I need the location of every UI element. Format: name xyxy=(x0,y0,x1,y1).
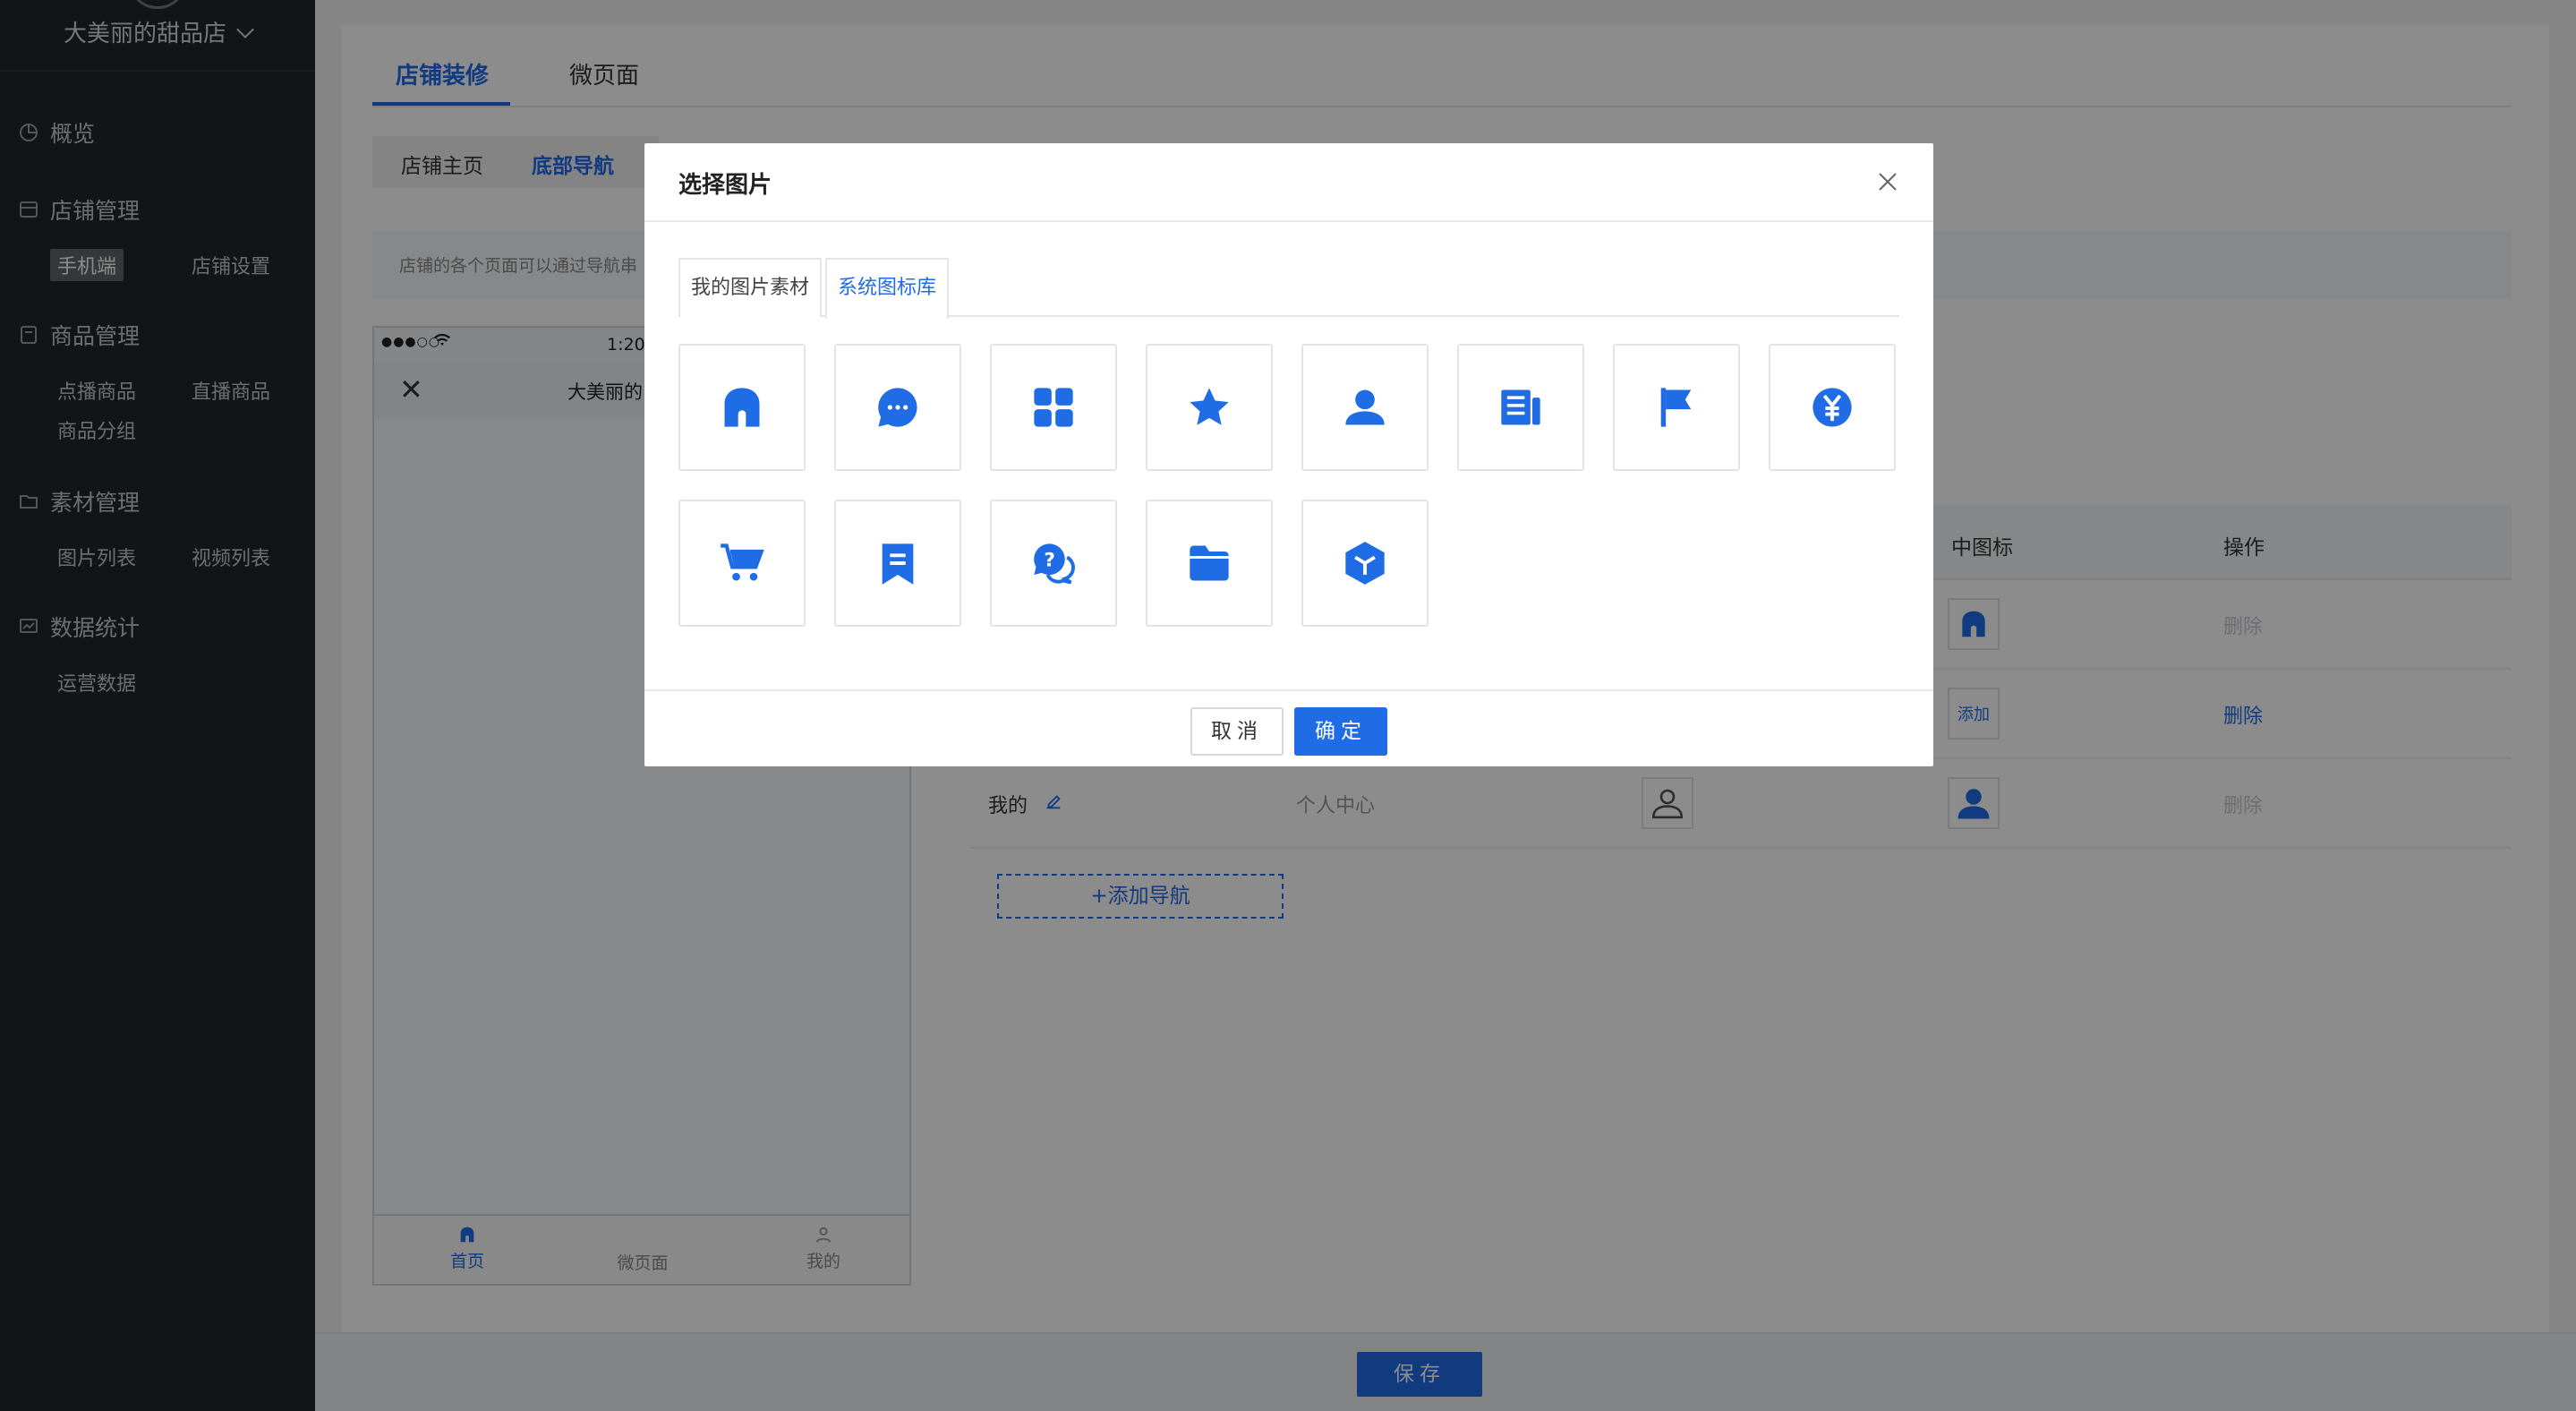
icon-option-bookmark[interactable] xyxy=(834,500,961,627)
select-image-dialog: 选择图片 我的图片素材 系统图标库 ? 取消 确定 xyxy=(644,143,1933,766)
icon-option-grid[interactable] xyxy=(990,344,1117,471)
icon-option-chat[interactable] xyxy=(834,344,961,471)
icon-option-help-chat[interactable]: ? xyxy=(990,500,1117,627)
icon-option-cube[interactable] xyxy=(1301,500,1429,627)
close-icon[interactable] xyxy=(1874,168,1901,195)
tab-system-icons[interactable]: 系统图标库 xyxy=(825,258,950,319)
flag-icon xyxy=(1660,388,1692,427)
icon-option-star[interactable] xyxy=(1146,344,1273,471)
star-icon xyxy=(1190,388,1229,425)
dialog-tabs: 我的图片素材 系统图标库 xyxy=(678,258,1899,319)
icon-option-home[interactable] xyxy=(678,344,806,471)
confirm-button[interactable]: 确定 xyxy=(1294,707,1387,756)
tab-my-images[interactable]: 我的图片素材 xyxy=(678,258,823,317)
cancel-button[interactable]: 取消 xyxy=(1190,707,1284,756)
user-icon xyxy=(1345,389,1385,425)
news-icon xyxy=(1501,389,1540,425)
icon-option-news[interactable] xyxy=(1457,344,1584,471)
icon-option-yen[interactable] xyxy=(1769,344,1896,471)
yen-coin-icon xyxy=(1813,388,1852,427)
grid-apps-icon xyxy=(1034,388,1073,427)
bookmark-icon xyxy=(882,543,914,585)
folder-icon xyxy=(1190,545,1229,581)
icon-option-folder[interactable] xyxy=(1146,500,1273,627)
home-icon xyxy=(724,388,760,427)
chat-bubble-icon xyxy=(878,388,917,427)
cart-icon xyxy=(721,543,764,581)
dialog-header: 选择图片 xyxy=(644,143,1933,222)
cube-icon xyxy=(1345,542,1385,585)
svg-text:?: ? xyxy=(1044,549,1055,571)
icon-option-user[interactable] xyxy=(1301,344,1429,471)
help-chat-icon: ? xyxy=(1034,543,1075,585)
dialog-title: 选择图片 xyxy=(678,172,772,199)
icon-option-cart[interactable] xyxy=(678,500,806,627)
dialog-footer: 取消 确定 xyxy=(644,689,1933,766)
icon-option-flag[interactable] xyxy=(1613,344,1740,471)
